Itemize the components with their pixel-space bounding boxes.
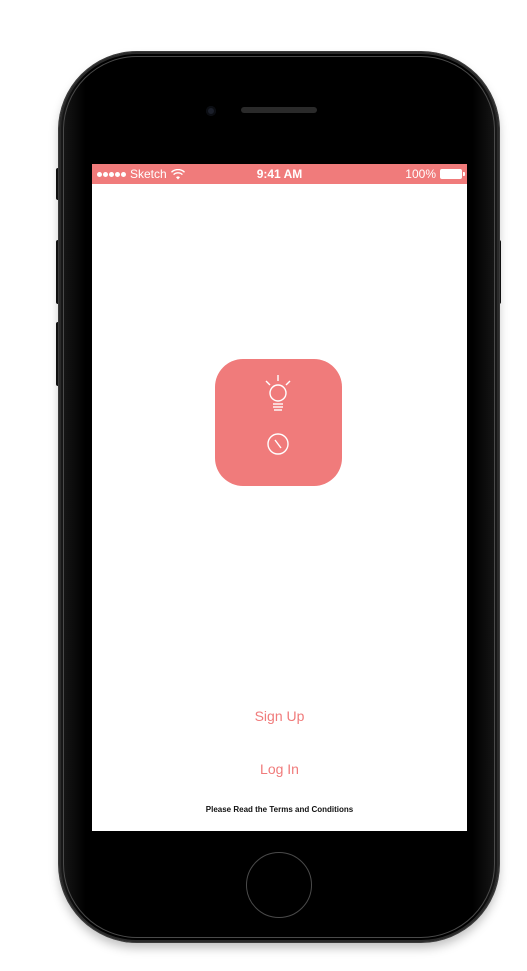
app-logo <box>215 359 342 486</box>
log-in-button[interactable]: Log In <box>92 761 467 777</box>
front-camera <box>206 106 216 116</box>
lightbulb-icon <box>265 375 291 411</box>
device-mockup: Sketch 9:41 AM 100% Sign Up Log In Pleas… <box>0 0 527 971</box>
battery-percent: 100% <box>405 167 436 181</box>
battery-icon <box>440 169 465 179</box>
sign-up-button[interactable]: Sign Up <box>92 708 467 724</box>
status-bar: Sketch 9:41 AM 100% <box>92 164 467 184</box>
screen: Sketch 9:41 AM 100% Sign Up Log In Pleas… <box>92 164 467 831</box>
earpiece-speaker <box>241 107 317 113</box>
home-button <box>246 852 312 918</box>
terms-link[interactable]: Please Read the Terms and Conditions <box>92 805 467 814</box>
status-right: 100% <box>405 167 465 181</box>
clock-icon <box>267 433 289 455</box>
